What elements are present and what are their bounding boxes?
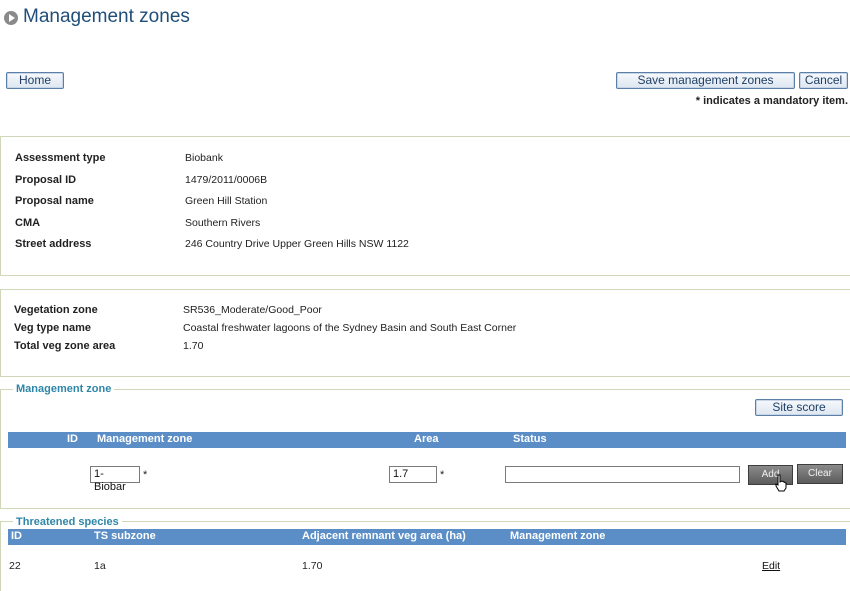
area-required-asterisk: *	[440, 469, 445, 481]
play-circle-icon	[4, 11, 18, 25]
page-title: Management zones	[23, 6, 190, 27]
assessment-type-value: Biobank	[185, 152, 223, 164]
total-veg-zone-area-value: 1.70	[183, 340, 204, 352]
management-zone-input[interactable]: 1- Biobar	[90, 466, 140, 493]
management-zone-table-header: ID Management zone Area Status	[8, 432, 846, 448]
ts-header-id: ID	[11, 530, 22, 542]
proposal-id-value: 1479/2011/0006B	[185, 174, 268, 186]
area-input[interactable]: 1.7	[389, 466, 437, 483]
proposal-id-label: Proposal ID	[15, 174, 77, 186]
mandatory-note: * indicates a mandatory item.	[695, 95, 848, 107]
hand-pointer-icon	[775, 474, 787, 492]
ts-header-subzone: TS subzone	[94, 530, 156, 542]
proposal-name-value: Green Hill Station	[185, 195, 268, 207]
status-input[interactable]	[505, 466, 740, 483]
header-management-zone: Management zone	[97, 433, 193, 445]
cma-label: CMA	[15, 217, 41, 229]
veg-type-name-value: Coastal freshwater lagoons of the Sydney…	[183, 322, 517, 334]
vegetation-panel: Vegetation zone SR536_Moderate/Good_Poor…	[0, 289, 850, 377]
assessment-type-label: Assessment type	[15, 152, 106, 164]
zone-required-asterisk: *	[143, 469, 148, 481]
ts-row-adjacent: 1.70	[302, 560, 323, 572]
header-status: Status	[513, 433, 547, 445]
cancel-button[interactable]: Cancel	[799, 72, 848, 89]
ts-header-adjacent: Adjacent remnant veg area (ha)	[302, 530, 466, 542]
street-address-label: Street address	[15, 238, 92, 250]
threatened-species-table-header: ID TS subzone Adjacent remnant veg area …	[8, 529, 846, 545]
site-score-button[interactable]: Site score	[755, 399, 843, 416]
street-address-value: 246 Country Drive Upper Green Hills NSW …	[185, 238, 409, 250]
ts-row-subzone: 1a	[94, 560, 106, 572]
edit-link[interactable]: Edit	[762, 560, 780, 572]
assessment-panel: Assessment type Biobank Proposal ID 1479…	[0, 136, 850, 276]
header-id: ID	[67, 433, 78, 445]
threatened-species-legend: Threatened species	[13, 516, 122, 528]
cma-value: Southern Rivers	[185, 217, 261, 229]
management-zone-legend: Management zone	[13, 383, 115, 395]
header-area: Area	[414, 433, 439, 445]
total-veg-zone-area-label: Total veg zone area	[14, 340, 116, 352]
clear-button[interactable]: Clear	[797, 464, 843, 484]
veg-type-name-label: Veg type name	[14, 322, 92, 334]
management-zone-fieldset	[0, 389, 850, 509]
vegetation-zone-label: Vegetation zone	[14, 304, 98, 316]
ts-header-management-zone: Management zone	[510, 530, 606, 542]
proposal-name-label: Proposal name	[15, 195, 94, 207]
vegetation-zone-value: SR536_Moderate/Good_Poor	[183, 304, 322, 316]
save-management-zones-button[interactable]: Save management zones	[616, 72, 795, 89]
ts-row-id: 22	[9, 560, 21, 572]
home-button[interactable]: Home	[6, 72, 64, 89]
